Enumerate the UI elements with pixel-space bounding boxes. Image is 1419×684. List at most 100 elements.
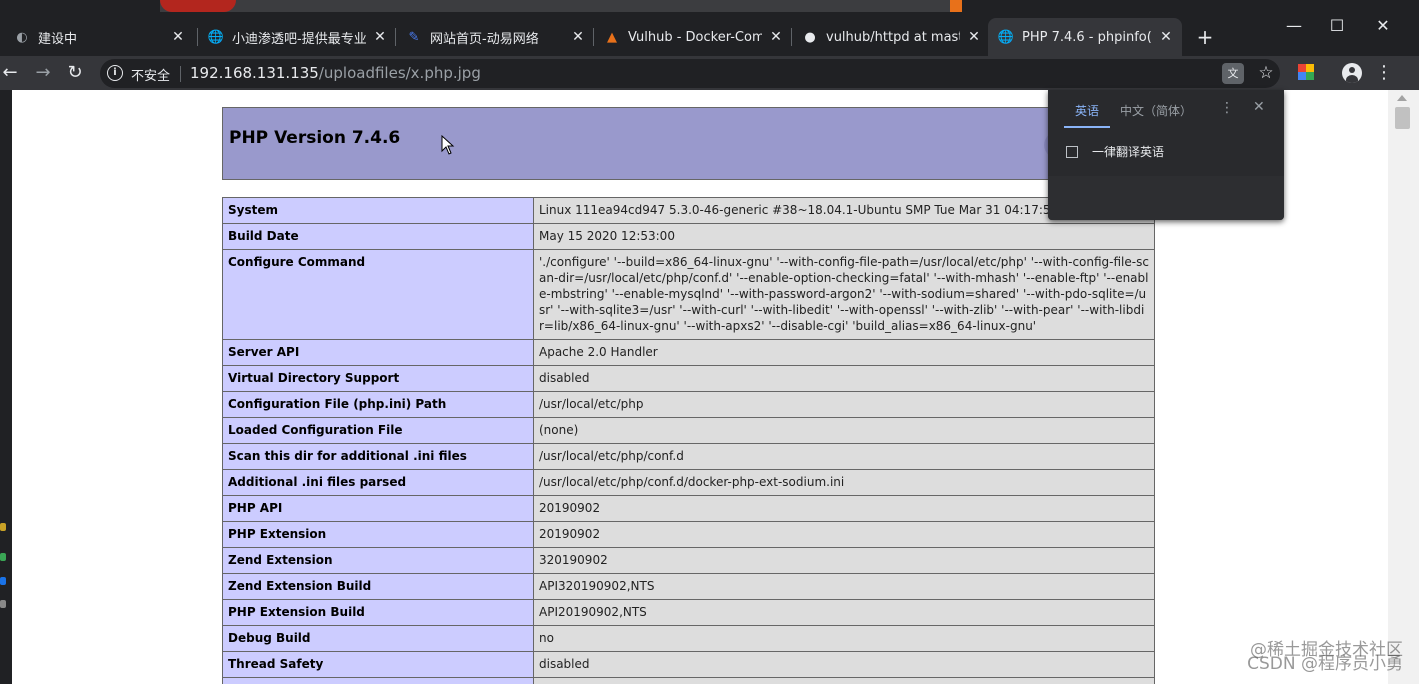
tab-xiaodi[interactable]: 🌐 小迪渗透吧-提供最专业的 ✕ [198,18,394,56]
profile-icon[interactable] [1342,63,1362,83]
background-window-strip [160,0,962,12]
tab-github[interactable]: ● vulhub/httpd at master ✕ [792,18,988,56]
back-icon[interactable]: ← [0,60,20,86]
table-row: Virtual Directory Support disabled [222,365,1155,392]
table-row: Loaded Configuration File (none) [222,417,1155,444]
background-window-icon [160,0,236,12]
row-key: Build Date [222,223,534,250]
background-window-edge [0,90,12,684]
more-options-icon[interactable]: ⋮ [1220,100,1234,116]
github-icon: ● [804,29,816,45]
info-icon[interactable]: i [107,65,123,81]
watermark-line: CSDN @程序员小勇 [1247,654,1403,674]
row-key: Zend Signal Handling [222,677,534,684]
always-translate-checkbox[interactable] [1066,146,1078,158]
close-window-button[interactable]: ✕ [1368,14,1398,38]
tab-phpinfo[interactable]: 🌐 PHP 7.4.6 - phpinfo() ✕ [988,18,1182,56]
row-value: /usr/local/etc/php/conf.d/docker-php-ext… [533,469,1155,496]
watermark: @稀土掘金技术社区 CSDN @程序员小勇 [1247,641,1403,673]
row-value: (none) [533,417,1155,444]
row-key: Virtual Directory Support [222,365,534,392]
tab-dongyi[interactable]: ✎ 网站首页-动易网络 ✕ [396,18,592,56]
translate-tab-target[interactable]: 中文（简体） [1120,102,1192,119]
row-key: Thread Safety [222,651,534,678]
close-icon[interactable]: ✕ [768,29,784,45]
row-key: Additional .ini files parsed [222,469,534,496]
tab-strip: ◐ 建设中 ✕ 🌐 小迪渗透吧-提供最专业的 ✕ ✎ 网站首页-动易网络 ✕ ▲… [0,0,1419,56]
row-key: System [222,197,534,224]
table-row: Zend Extension 320190902 [222,547,1155,574]
extension-icon[interactable] [1298,64,1314,80]
close-icon[interactable]: ✕ [570,29,586,45]
vertical-scrollbar[interactable] [1388,90,1419,684]
row-key: PHP Extension [222,521,534,548]
always-translate-label: 一律翻译英语 [1092,145,1165,159]
close-icon[interactable]: ✕ [1158,29,1174,45]
tab-title: Vulhub - Docker-Comp [628,29,762,45]
table-row: Configure Command './configure' '--build=… [222,249,1155,340]
row-key: Configure Command [222,249,534,340]
row-key: Scan this dir for additional .ini files [222,443,534,470]
row-key: Zend Extension Build [222,573,534,600]
tab-title: 小迪渗透吧-提供最专业的 [232,31,366,47]
url-host: 192.168.131.135 [190,64,319,82]
row-key: Debug Build [222,625,534,652]
translate-tab-source[interactable]: 英语 [1064,102,1110,128]
row-value: /usr/local/etc/php [533,391,1155,418]
vulhub-icon: ▲ [607,29,617,45]
browser-toolbar: ← → ↻ i 不安全 192.168.131.135/uploadfiles/… [0,56,1419,90]
phpinfo-table: System Linux 111ea94cd947 5.3.0-46-generi… [222,197,1155,684]
url-text[interactable]: 192.168.131.135/uploadfiles/x.php.jpg [190,64,481,82]
minimize-button[interactable]: — [1279,14,1309,38]
row-value: disabled [533,365,1155,392]
table-row: PHP Extension Build API20190902,NTS [222,599,1155,626]
php-version-header: PHP Version 7.4.6 [222,107,1155,180]
address-bar[interactable]: i 不安全 192.168.131.135/uploadfiles/x.php.… [100,59,1280,88]
scroll-up-arrow[interactable] [1397,95,1407,101]
row-value: API320190902,NTS [533,573,1155,600]
close-icon[interactable]: ✕ [966,29,982,45]
row-value: no [533,625,1155,652]
star-icon[interactable]: ☆ [1255,62,1277,84]
tab-title: vulhub/httpd at master [826,29,960,45]
tab-construction[interactable]: ◐ 建设中 ✕ [10,18,192,56]
site-icon: ◐ [16,29,28,45]
table-row: Build Date May 15 2020 12:53:00 [222,223,1155,250]
row-value: './configure' '--build=x86_64-linux-gnu'… [533,249,1155,340]
table-row: Debug Build no [222,625,1155,652]
globe-icon: 🌐 [997,29,1015,45]
close-icon[interactable]: ✕ [372,29,388,45]
new-tab-button[interactable]: + [1193,26,1217,48]
feather-icon: ✎ [408,29,420,45]
table-row: Configuration File (php.ini) Path/usr/lo… [222,391,1155,418]
close-icon[interactable]: ✕ [170,29,186,45]
tab-title: 网站首页-动易网络 [430,31,539,47]
security-label[interactable]: 不安全 [131,65,170,84]
row-value: 20190902 [533,521,1155,548]
row-key: PHP Extension Build [222,599,534,626]
maximize-button[interactable]: ☐ [1322,14,1352,38]
translate-icon[interactable]: 文 [1222,63,1244,84]
tab-vulhub[interactable]: ▲ Vulhub - Docker-Comp ✕ [594,18,790,56]
table-row: Server API Apache 2.0 Handler [222,339,1155,366]
table-row: Scan this dir for additional .ini files /… [222,443,1155,470]
scrollbar-thumb[interactable] [1395,107,1410,129]
forward-icon[interactable]: → [30,60,56,86]
page-title: PHP Version 7.4.6 [229,128,401,148]
table-row: Zend Extension Build API320190902,NTS [222,573,1155,600]
table-row: System Linux 111ea94cd947 5.3.0-46-generi… [222,197,1155,224]
row-value: API20190902,NTS [533,599,1155,626]
row-key: Server API [222,339,534,366]
reload-icon[interactable]: ↻ [62,60,88,86]
tab-title: PHP 7.4.6 - phpinfo() [1022,29,1152,45]
close-icon[interactable]: ✕ [1253,99,1265,115]
menu-icon[interactable]: ⋮ [1374,60,1394,86]
background-window-accent [950,0,962,12]
row-value: /usr/local/etc/php/conf.d [533,443,1155,470]
table-row: Zend Signal Handlingenabled [222,677,1155,684]
table-row: Additional .ini files parsed/usr/local/e… [222,469,1155,496]
address-separator [180,66,181,82]
row-key: PHP API [222,495,534,522]
row-value: 320190902 [533,547,1155,574]
translate-popup: 英语 中文（简体） ⋮ ✕ 一律翻译英语 [1048,90,1284,220]
